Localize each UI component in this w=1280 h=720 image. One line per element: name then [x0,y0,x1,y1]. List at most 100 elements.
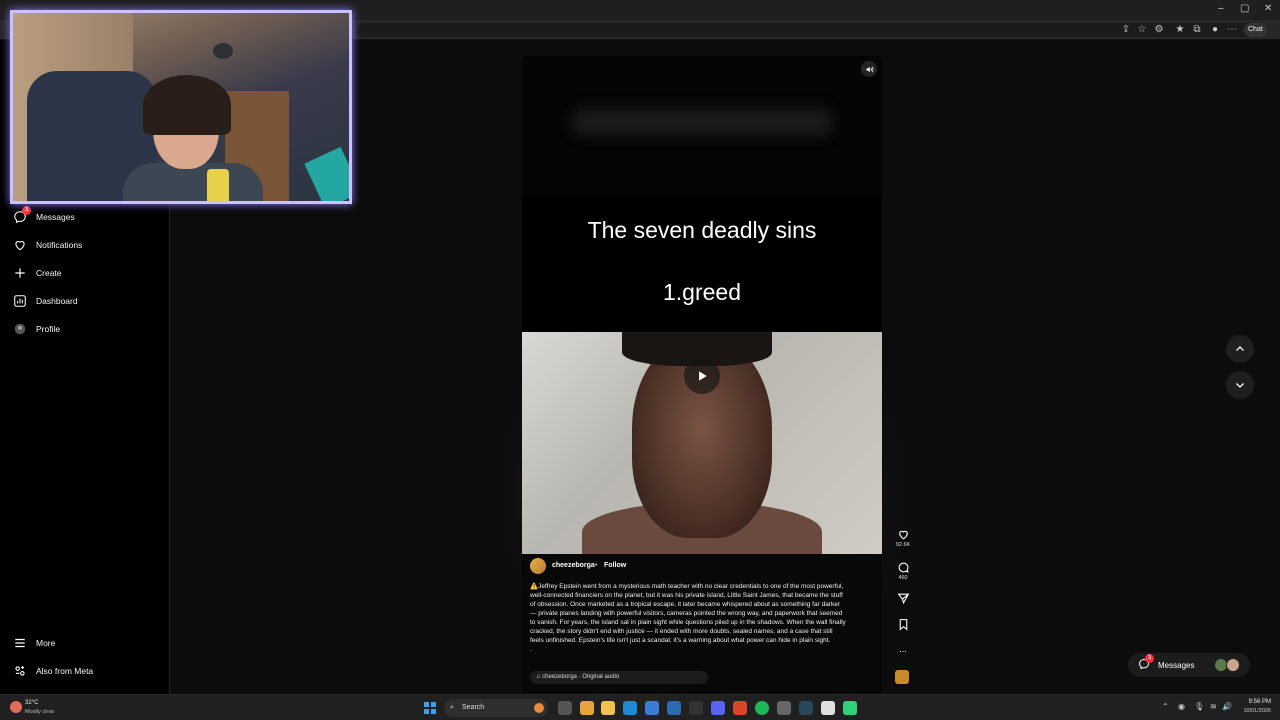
favorites-icon[interactable]: ★ [1174,24,1186,36]
mail-icon[interactable] [667,701,681,715]
weather-temperature: 32°C [25,700,39,706]
sidebar-item-also-from-meta[interactable]: Also from Meta [12,660,162,682]
blurred-header [572,108,832,136]
play-button[interactable] [684,358,720,394]
task-view-icon[interactable] [558,701,572,715]
creator-avatar[interactable] [530,558,546,574]
audio-label: cheezeborga · Original audio [542,674,620,680]
minimize-button[interactable]: – [1218,3,1224,14]
send-icon [897,593,909,605]
audio-pill[interactable]: ♫ cheezeborga · Original audio [530,671,708,684]
meta-icon [12,663,28,679]
webcam-person-body [123,163,263,201]
caption-subtitle: 1.greed [662,279,741,305]
star-icon[interactable]: ☆ [1136,24,1148,36]
steam-icon[interactable] [799,701,813,715]
message-avatars [1214,658,1242,672]
settings-icon[interactable] [777,701,791,715]
sidebar-item-notifications[interactable]: Notifications [12,234,162,256]
copilot-chat-button[interactable]: Chat [1244,23,1267,37]
menu-icon [12,635,28,651]
sidebar-item-label: Messages [36,212,75,222]
like-count: 92.6K [895,542,911,548]
discord-icon[interactable] [711,701,725,715]
extensions-icon[interactable]: ⚙ [1153,24,1165,36]
taskbar-search[interactable]: ⌕ Search [444,699,548,717]
clock-time[interactable]: 9:56 PM [1241,699,1271,705]
sidebar-item-messages[interactable]: 3 Messages [12,206,162,228]
volume-icon[interactable]: 🔊 [1222,702,1232,711]
next-reel-button[interactable] [1226,371,1254,399]
profile-avatar-icon[interactable]: ● [1209,24,1221,36]
share-action[interactable] [895,592,911,605]
start-button[interactable] [424,702,436,714]
follow-button[interactable]: Follow [604,562,626,569]
dashboard-icon [12,293,28,309]
sidebar-item-label: Also from Meta [36,666,94,676]
search-highlight-icon [534,703,544,713]
mute-button[interactable] [861,61,877,77]
messages-pill-label: Messages [1158,660,1195,670]
audio-thumbnail[interactable] [895,670,909,684]
messages-pill[interactable]: 3 Messages [1128,653,1250,677]
microphone-icon[interactable]: 🎙 [1194,702,1204,711]
webcam-lamp [213,43,233,59]
chevron-down-icon [1236,383,1244,388]
caption-title: The seven deadly sins [587,217,817,243]
weather-condition: Mostly clear [25,709,55,715]
reel-card[interactable]: The seven deadly sins 1.greed cheezeborg… [522,56,882,694]
video-frame[interactable] [522,332,882,554]
sidebar-item-label: Dashboard [36,296,78,306]
sidebar-item-create[interactable]: Create [12,262,162,284]
bookmark-icon [899,619,907,631]
maximize-button[interactable]: ▢ [1240,3,1249,14]
sidebar-item-label: Notifications [36,240,83,250]
windows-logo-quadrant [424,702,429,707]
collections-icon[interactable]: ⧉ [1191,24,1203,36]
video-caption: The seven deadly sins 1.greed [522,195,882,332]
menu-dots-icon[interactable]: ⋯ [1226,24,1238,36]
edge-icon[interactable] [623,701,637,715]
sidebar-item-dashboard[interactable]: Dashboard [12,290,162,312]
windows-logo-quadrant [431,702,436,707]
reel-description: ⚠️Jeffrey Epstein went from a mysterious… [530,582,848,654]
sidebar-item-label: More [36,638,56,648]
app-icon[interactable] [689,701,703,715]
windows-taskbar: 32°C Mostly clear ⌕ Search ⌃ ◉ 🎙 ≋ 🔊 9:5… [0,694,1280,720]
messenger-icon: 3 [12,206,31,225]
description-text: ⚠️Jeffrey Epstein went from a mysterious… [530,583,846,644]
more-options-icon: ... [899,644,907,654]
search-placeholder: Search [462,704,485,711]
creator-username[interactable]: cheezeborga [552,562,595,569]
copilot-app-icon[interactable] [580,701,594,715]
tray-app-icon[interactable]: ◉ [1178,702,1185,711]
tray-chevron-icon[interactable]: ⌃ [1162,702,1169,711]
obs-icon[interactable] [733,701,747,715]
close-window-button[interactable]: ✕ [1264,3,1272,14]
webcam-light-strip [304,146,349,201]
plus-icon [12,265,28,281]
heart-icon [12,237,28,253]
sidebar-item-profile[interactable]: Profile [12,318,162,340]
clock-date[interactable]: 10/01/2026 [1235,708,1271,714]
search-icon: ⌕ [450,704,454,711]
sidebar-item-more[interactable]: More [12,632,162,654]
app-icon[interactable] [843,701,857,715]
comment-action[interactable]: 460 [895,561,911,581]
previous-reel-button[interactable] [1226,335,1254,363]
windows-logo-quadrant [424,709,429,714]
spotify-icon[interactable] [755,701,769,715]
save-action[interactable] [895,618,911,631]
store-icon[interactable] [645,701,659,715]
windows-logo-quadrant [431,709,436,714]
weather-icon[interactable] [10,701,22,713]
webcam-drink-can [207,169,229,201]
more-action[interactable]: ... [895,644,911,654]
comment-icon [898,562,909,573]
wifi-icon[interactable]: ≋ [1210,702,1217,711]
file-explorer-icon[interactable] [601,701,615,715]
app-icon[interactable] [821,701,835,715]
share-icon[interactable]: ⇪ [1120,24,1132,36]
profile-icon [12,321,28,337]
like-action[interactable]: 92.6K [895,528,911,548]
